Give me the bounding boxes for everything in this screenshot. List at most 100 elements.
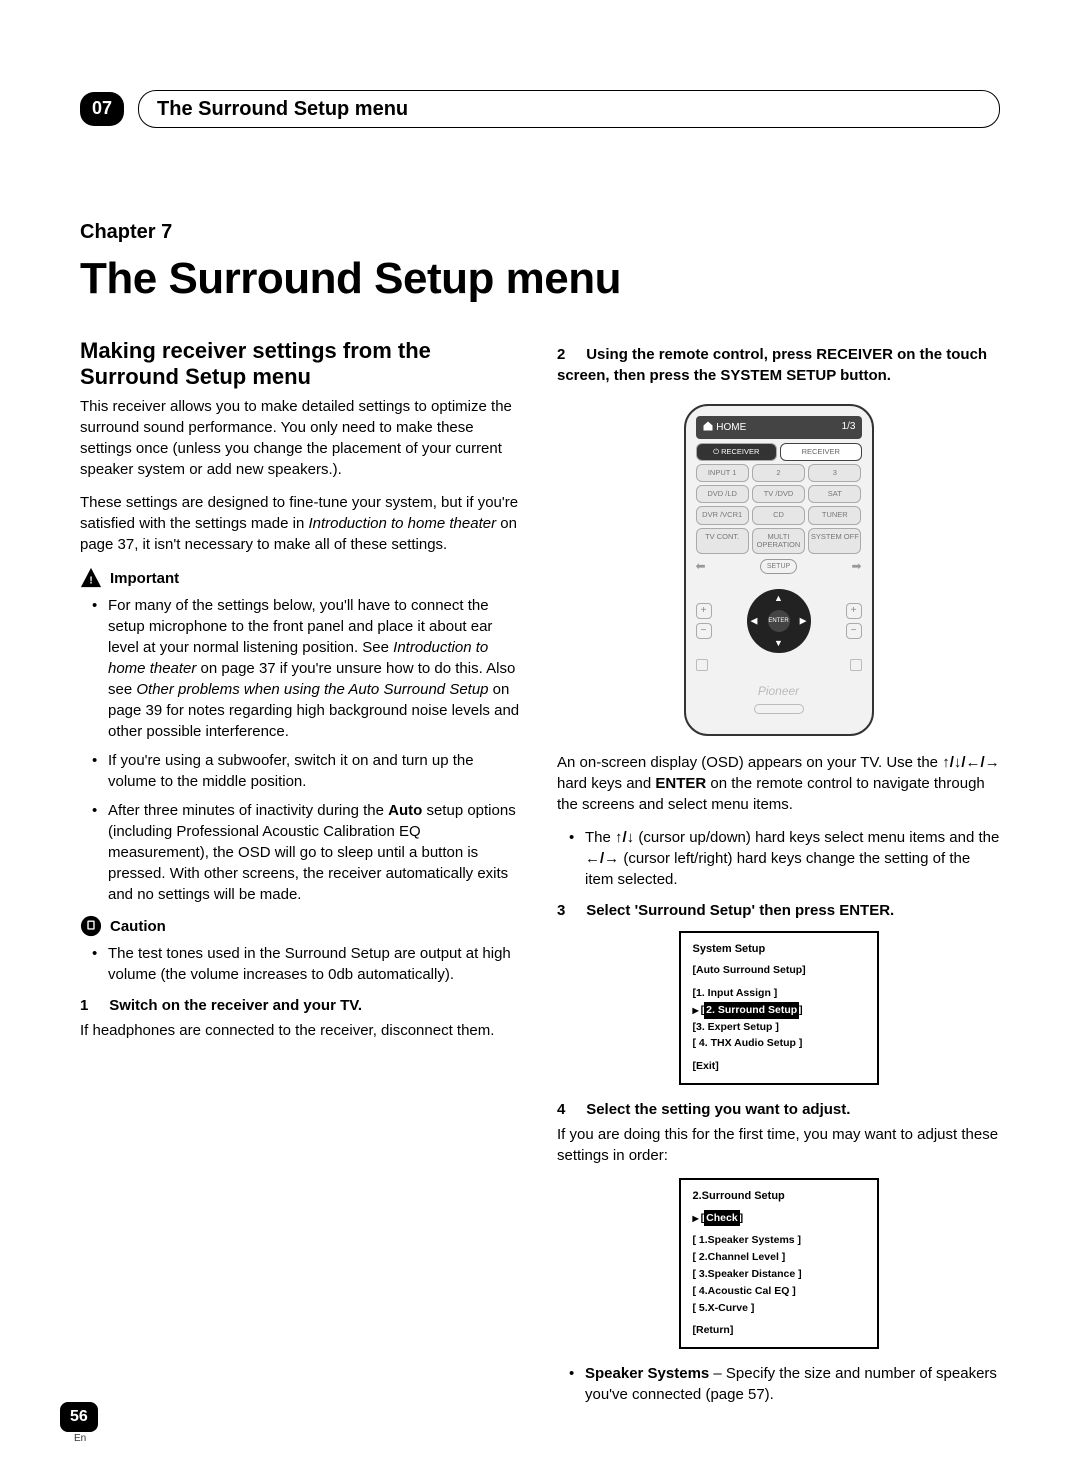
chapter-title: The Surround Setup menu [80, 248, 1000, 310]
svg-text:!: ! [89, 576, 92, 587]
text: After three minutes of inactivity during… [108, 802, 388, 819]
dvd-button: DVD /LD [696, 485, 749, 503]
step-number: 4 [557, 1101, 565, 1118]
osd-line: [ 2.Channel Level ] [693, 1249, 865, 1266]
osd-line: [ 4. THX Audio Setup ] [693, 1035, 865, 1052]
receiver-button: ⏻ RECEIVER [696, 443, 778, 461]
brand-label: Pioneer [696, 683, 862, 700]
important-callout: ! Important [80, 567, 523, 589]
down-arrow-icon: ▼ [774, 637, 783, 650]
list-item: For many of the settings below, you'll h… [98, 595, 523, 742]
receiver-pill [754, 704, 804, 714]
page-lang: En [74, 1432, 86, 1446]
tvcont-button: TV CONT. [696, 528, 749, 555]
list-item: Speaker Systems – Specify the size and n… [575, 1363, 1000, 1405]
multi-button: MULTI OPERATION [752, 528, 805, 555]
osd-line: [3. Expert Setup ] [693, 1019, 865, 1036]
receiver-off-button: RECEIVER [780, 443, 862, 461]
caution-label: Caution [110, 916, 166, 937]
list-item: After three minutes of inactivity during… [98, 800, 523, 905]
next-arrow-icon: ➡ [851, 558, 861, 575]
cd-button: CD [752, 506, 805, 524]
osd-line: [ 4.Acoustic Cal EQ ] [693, 1283, 865, 1300]
tail-bullet-list: Speaker Systems – Specify the size and n… [557, 1363, 1000, 1405]
chapter-label: Chapter 7 [80, 218, 1000, 246]
step-2: 2 Using the remote control, press RECEIV… [557, 344, 1000, 386]
num3-button: 3 [808, 464, 861, 482]
paragraph: If headphones are connected to the recei… [80, 1020, 523, 1041]
text: (cursor left/right) hard keys change the… [585, 850, 970, 888]
step-number: 2 [557, 346, 565, 363]
caution-icon [80, 915, 102, 937]
step-text: Using the remote control, press RECEIVER… [557, 346, 987, 384]
osd-title: System Setup [693, 941, 865, 959]
italic-text: Other problems when using the Auto Surro… [136, 681, 488, 698]
small-button [850, 659, 862, 671]
home-icon [702, 422, 714, 433]
dvr-button: DVR /VCR1 [696, 506, 749, 524]
osd-line: [Exit] [693, 1058, 865, 1075]
osd-line-selected: [2. Surround Setup] [693, 1002, 865, 1019]
bold-text: Speaker Systems [585, 1365, 709, 1382]
arrow-glyphs: ↑/↓ [615, 829, 634, 846]
text: The [585, 829, 615, 846]
plus-icon: + [846, 603, 862, 619]
osd-line: [Return] [693, 1322, 865, 1339]
text: hard keys and [557, 775, 655, 792]
paragraph: This receiver allows you to make detaile… [80, 396, 523, 480]
tuner-button: TUNER [808, 506, 861, 524]
step-text: Select 'Surround Setup' then press ENTER… [586, 902, 894, 919]
header-title: The Surround Setup menu [138, 90, 1000, 128]
bold-text: Auto [388, 802, 422, 819]
input1-button: INPUT 1 [696, 464, 749, 482]
left-arrow-icon: ◀ [751, 615, 758, 628]
minus-icon: − [696, 623, 712, 639]
dpad: ▲ ▼ ◀ ▶ [747, 589, 811, 653]
step-text: Switch on the receiver and your TV. [109, 997, 362, 1014]
osd-line: [ 3.Speaker Distance ] [693, 1266, 865, 1283]
num2-button: 2 [752, 464, 805, 482]
osd-line: [Auto Surround Setup] [693, 962, 865, 979]
section-heading: Making receiver settings from the Surrou… [80, 338, 523, 391]
minus-icon: − [846, 623, 862, 639]
list-item: The test tones used in the Surround Setu… [98, 943, 523, 985]
prev-arrow-icon: ⬅ [696, 558, 706, 575]
small-button [696, 659, 708, 671]
osd-line: [ 1.Speaker Systems ] [693, 1232, 865, 1249]
caution-callout: Caution [80, 915, 523, 937]
osd-line: [ 5.X-Curve ] [693, 1300, 865, 1317]
caution-list: The test tones used in the Surround Setu… [80, 943, 523, 985]
arrow-glyphs: ←/→ [585, 850, 619, 867]
important-icon: ! [80, 567, 102, 589]
remote-illustration: HOME 1/3 ⏻ RECEIVER RECEIVER INPUT 1 2 3… [684, 404, 874, 736]
osd-line-selected: [Check] [693, 1210, 865, 1227]
sysoff-button: SYSTEM OFF [808, 528, 861, 555]
paragraph: These settings are designed to fine-tune… [80, 492, 523, 555]
up-arrow-icon: ▲ [774, 592, 783, 605]
osd-line: [1. Input Assign ] [693, 985, 865, 1002]
page-indicator: 1/3 [842, 420, 856, 434]
step-3: 3 Select 'Surround Setup' then press ENT… [557, 900, 1000, 921]
setup-button: SETUP [760, 559, 797, 575]
bold-text: ENTER [655, 775, 706, 792]
page-header: 07 The Surround Setup menu [80, 90, 1000, 128]
sat-button: SAT [808, 485, 861, 503]
osd-system-setup: System Setup [Auto Surround Setup] [1. I… [679, 931, 879, 1085]
paragraph: If you are doing this for the first time… [557, 1124, 1000, 1166]
osd-title: 2.Surround Setup [693, 1188, 865, 1206]
text: (cursor up/down) hard keys select menu i… [634, 829, 999, 846]
italic-text: Introduction to home theater [308, 515, 496, 532]
right-column: 2 Using the remote control, press RECEIV… [557, 338, 1000, 1416]
text: An on-screen display (OSD) appears on yo… [557, 754, 942, 771]
right-arrow-icon: ▶ [800, 615, 807, 628]
osd-bullet-list: The ↑/↓ (cursor up/down) hard keys selec… [557, 827, 1000, 890]
home-label: HOME [702, 420, 747, 435]
tvdvd-button: TV /DVD [752, 485, 805, 503]
step-1: 1 Switch on the receiver and your TV. [80, 995, 523, 1016]
step-text: Select the setting you want to adjust. [586, 1101, 850, 1118]
list-item: The ↑/↓ (cursor up/down) hard keys selec… [575, 827, 1000, 890]
important-label: Important [110, 568, 179, 589]
vol-right: + − [846, 603, 862, 639]
chapter-number-badge: 07 [80, 92, 124, 125]
list-item: If you're using a subwoofer, switch it o… [98, 750, 523, 792]
